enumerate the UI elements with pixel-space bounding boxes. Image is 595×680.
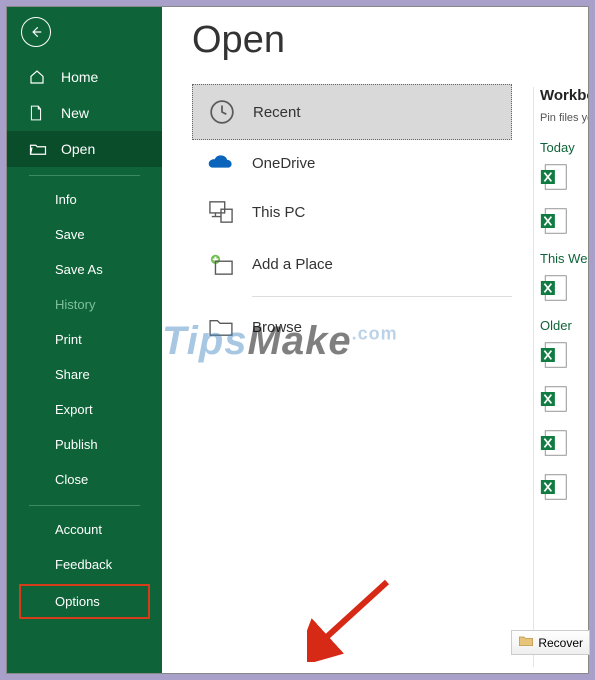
divider (29, 175, 140, 176)
location-recent[interactable]: Recent (192, 84, 512, 140)
home-icon (29, 69, 47, 85)
recent-panel: Workbooks Pin files you… Today This Week… (533, 87, 588, 667)
excel-file-icon[interactable] (540, 274, 570, 304)
location-label: Add a Place (252, 256, 333, 273)
section-today: Today (540, 140, 588, 155)
location-label: This PC (252, 204, 305, 221)
panel-heading: Workbooks (540, 87, 588, 104)
location-label: OneDrive (252, 155, 315, 172)
recover-button[interactable]: Recover (511, 630, 590, 655)
sidebar-label: Open (61, 141, 95, 157)
options-highlight: Options (19, 584, 150, 619)
sidebar-item-info[interactable]: Info (7, 182, 162, 217)
sidebar-item-open[interactable]: Open (7, 131, 162, 167)
section-thisweek: This Week (540, 251, 588, 266)
sidebar-item-share[interactable]: Share (7, 357, 162, 392)
excel-file-icon[interactable] (540, 429, 570, 459)
clock-icon (207, 99, 237, 125)
excel-file-icon[interactable] (540, 207, 570, 237)
annotation-arrow (307, 572, 397, 662)
open-pane: Open Recent OneDrive This PC Add a Place (162, 7, 588, 673)
location-label: Recent (253, 104, 301, 121)
backstage-sidebar: Home New Open Info Save Save As History … (7, 7, 162, 673)
sidebar-item-history[interactable]: History (7, 287, 162, 322)
sidebar-item-saveas[interactable]: Save As (7, 252, 162, 287)
page-title: Open (192, 19, 588, 62)
sidebar-item-publish[interactable]: Publish (7, 427, 162, 462)
excel-file-icon[interactable] (540, 473, 570, 503)
location-list: Recent OneDrive This PC Add a Place Brow… (192, 84, 512, 351)
arrow-left-icon (29, 25, 43, 39)
document-icon (29, 105, 47, 121)
divider (252, 296, 512, 297)
addplace-icon (206, 252, 236, 276)
sidebar-item-account[interactable]: Account (7, 512, 162, 547)
sidebar-item-options[interactable]: Options (21, 586, 148, 617)
sidebar-label: Home (61, 69, 98, 85)
divider (29, 505, 140, 506)
sidebar-item-new[interactable]: New (7, 95, 162, 131)
excel-file-icon[interactable] (540, 341, 570, 371)
excel-file-icon[interactable] (540, 163, 570, 193)
excel-file-icon[interactable] (540, 385, 570, 415)
location-thispc[interactable]: This PC (192, 186, 512, 238)
sidebar-item-print[interactable]: Print (7, 322, 162, 357)
sidebar-label: New (61, 105, 89, 121)
watermark: TipsMake.com (162, 317, 398, 364)
back-button[interactable] (21, 17, 51, 47)
sidebar-item-feedback[interactable]: Feedback (7, 547, 162, 582)
backstage-window: Home New Open Info Save Save As History … (6, 6, 589, 674)
folder-icon (518, 635, 534, 650)
sidebar-item-export[interactable]: Export (7, 392, 162, 427)
sidebar-item-home[interactable]: Home (7, 59, 162, 95)
onedrive-icon (206, 154, 236, 172)
sidebar-item-save[interactable]: Save (7, 217, 162, 252)
sidebar-item-close[interactable]: Close (7, 462, 162, 497)
folder-open-icon (29, 142, 47, 156)
location-onedrive[interactable]: OneDrive (192, 140, 512, 186)
section-older: Older (540, 318, 588, 333)
panel-hint: Pin files you… (540, 112, 588, 124)
thispc-icon (206, 200, 236, 224)
location-addplace[interactable]: Add a Place (192, 238, 512, 290)
